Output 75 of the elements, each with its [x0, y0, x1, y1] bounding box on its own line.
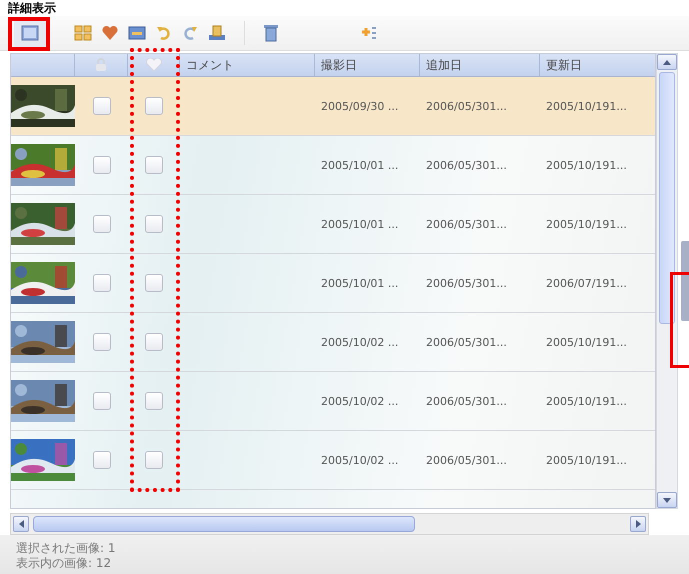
scroll-right-button[interactable] [630, 516, 646, 532]
scrollbar-thumb[interactable] [33, 516, 415, 532]
down-arrow-icon [663, 498, 672, 502]
table-cell: 2006/05/301... [426, 218, 507, 230]
checkbox[interactable] [92, 274, 110, 292]
checkbox[interactable] [92, 392, 110, 410]
column-header[interactable]: 更新日 [546, 56, 582, 74]
table-cell: 2005/10/02 ... [321, 454, 398, 466]
table-cell: 2006/05/301... [426, 276, 507, 290]
table-row[interactable]: 2005/10/01 ... 2006/05/301... 2005/10/191... [11, 195, 656, 254]
heart-icon[interactable] [102, 25, 118, 41]
table-cell: 2005/10/01 ... [321, 276, 398, 290]
table-cell: 2005/10/191... [546, 454, 627, 466]
checkbox[interactable] [145, 392, 163, 410]
page-title: 詳細表示 [6, 0, 57, 16]
window-icon [21, 25, 39, 41]
table-row[interactable]: 2005/09/30 ... 2006/05/301... 2005/10/191... [11, 77, 656, 136]
highlight-frame [8, 17, 50, 51]
table-cell: 2006/05/301... [426, 158, 507, 172]
right-arrow-icon [636, 520, 640, 528]
checkbox[interactable] [92, 451, 110, 469]
column-header[interactable]: コメント [186, 56, 234, 74]
panel-toggle-handle[interactable] [681, 241, 689, 321]
table-row[interactable]: 2005/10/02 ... 2006/05/301... 2005/10/191... [11, 431, 656, 490]
table-cell: 2006/05/301... [426, 100, 507, 112]
export-icon[interactable] [208, 25, 226, 41]
rotate-left-icon[interactable] [156, 25, 172, 41]
table-cell: 2005/10/01 ... [321, 218, 398, 230]
trash-icon[interactable] [263, 24, 279, 42]
column-header[interactable]: 追加日 [426, 56, 462, 74]
table-cell: 2005/10/02 ... [321, 336, 398, 348]
table-row[interactable]: 2005/10/02 ... 2006/05/301... 2005/10/191... [11, 372, 656, 431]
checkbox[interactable] [92, 333, 110, 351]
table-cell: 2006/07/191... [546, 276, 627, 290]
checkbox[interactable] [145, 215, 163, 233]
checkbox[interactable] [145, 451, 163, 469]
table-cell: 2006/05/301... [426, 394, 507, 408]
checkbox[interactable] [145, 97, 163, 115]
table-cell: 2005/10/191... [546, 100, 627, 112]
table-row[interactable]: 2005/10/01 ... 2006/05/301... 2006/07/191... [11, 254, 656, 313]
checkbox[interactable] [92, 215, 110, 233]
checkbox[interactable] [145, 156, 163, 174]
status-text: 選択された画像: 1 [16, 541, 116, 556]
up-arrow-icon [663, 60, 672, 64]
checkbox[interactable] [145, 274, 163, 292]
scrollbar-thumb[interactable] [659, 72, 675, 324]
scroll-up-button[interactable] [657, 54, 677, 70]
rotate-right-icon[interactable] [182, 25, 198, 41]
grid-icon[interactable] [74, 25, 92, 41]
table-cell: 2005/10/191... [546, 336, 627, 348]
table-cell: 2006/05/301... [426, 336, 507, 348]
add-list-icon[interactable] [359, 25, 377, 41]
table-cell: 2005/10/01 ... [321, 158, 398, 172]
table-cell: 2006/05/301... [426, 454, 507, 466]
table-cell: 2005/09/30 ... [321, 100, 398, 112]
table-cell: 2005/10/191... [546, 218, 627, 230]
table-row[interactable]: 2005/10/02 ... 2006/05/301... 2005/10/191... [11, 313, 656, 372]
checkbox[interactable] [145, 333, 163, 351]
table-row[interactable]: 2005/10/01 ... 2006/05/301... 2005/10/191... [11, 136, 656, 195]
table-cell: 2005/10/191... [546, 394, 627, 408]
table-cell: 2005/10/02 ... [321, 394, 398, 408]
status-text: 表示内の画像: 12 [16, 556, 112, 571]
scroll-left-button[interactable] [13, 516, 29, 532]
left-arrow-icon [18, 520, 24, 528]
vertical-scrollbar[interactable] [656, 53, 678, 509]
horizontal-scrollbar[interactable] [10, 513, 649, 535]
detail-view-button[interactable] [14, 19, 46, 47]
checkbox[interactable] [92, 156, 110, 174]
table-cell: 2005/10/191... [546, 158, 627, 172]
checkbox[interactable] [92, 97, 110, 115]
scroll-down-button[interactable] [657, 492, 677, 508]
heart-icon[interactable] [146, 58, 162, 72]
lock-icon[interactable] [95, 58, 107, 72]
image-icon[interactable] [128, 25, 146, 41]
column-header[interactable]: 撮影日 [321, 56, 357, 74]
